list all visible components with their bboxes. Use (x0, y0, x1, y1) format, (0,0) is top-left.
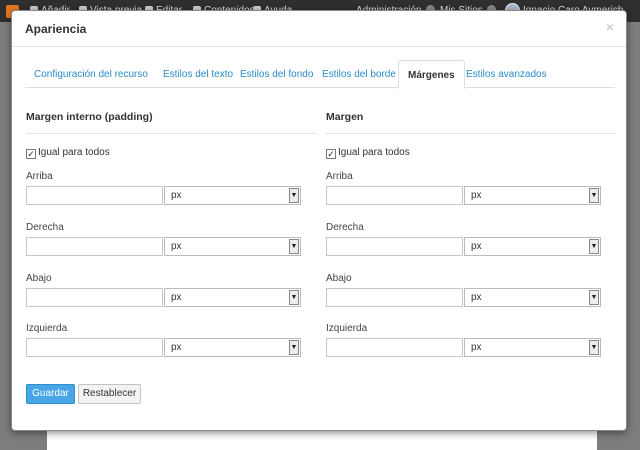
tab-margins[interactable]: Márgenes (398, 60, 465, 89)
padding-right-label: Derecha (26, 222, 64, 233)
margin-title: Margen (326, 111, 616, 134)
tab-bar: Configuración del recurso Estilos del te… (25, 54, 615, 89)
chevron-down-icon: ▼ (589, 239, 599, 254)
margin-top-input[interactable] (326, 186, 463, 205)
padding-left-unit-select[interactable]: px ▼ (164, 338, 301, 357)
padding-same-label: Igual para todos (38, 147, 110, 158)
chevron-down-icon: ▼ (289, 290, 299, 305)
margin-right-unit-select[interactable]: px ▼ (464, 237, 601, 256)
margin-right-unit: px (471, 241, 482, 252)
margin-right-label: Derecha (326, 222, 364, 233)
tab-resource-config[interactable]: Configuración del recurso (25, 62, 157, 88)
margin-right-input[interactable] (326, 237, 463, 256)
padding-left-unit: px (171, 342, 182, 353)
padding-same-for-all[interactable]: ✓ Igual para todos (26, 147, 110, 159)
margin-left-input[interactable] (326, 338, 463, 357)
padding-top-unit-select[interactable]: px ▼ (164, 186, 301, 205)
margin-same-label: Igual para todos (338, 147, 410, 158)
chevron-down-icon: ▼ (589, 290, 599, 305)
padding-bottom-unit: px (171, 292, 182, 303)
padding-right-input[interactable] (26, 237, 163, 256)
margin-top-unit: px (471, 190, 482, 201)
margin-bottom-label: Abajo (326, 273, 352, 284)
reset-button[interactable]: Restablecer (78, 384, 141, 404)
margin-left-unit: px (471, 342, 482, 353)
chevron-down-icon: ▼ (289, 188, 299, 203)
dialog-title: Apariencia (25, 22, 87, 36)
padding-bottom-label: Abajo (26, 273, 52, 284)
chevron-down-icon: ▼ (589, 188, 599, 203)
margin-bottom-unit: px (471, 292, 482, 303)
padding-same-checkbox[interactable]: ✓ (26, 149, 36, 159)
padding-right-unit: px (171, 241, 182, 252)
padding-top-unit: px (171, 190, 182, 201)
padding-top-label: Arriba (26, 171, 53, 182)
padding-bottom-unit-select[interactable]: px ▼ (164, 288, 301, 307)
chevron-down-icon: ▼ (589, 340, 599, 355)
margin-same-checkbox[interactable]: ✓ (326, 149, 336, 159)
margin-bottom-unit-select[interactable]: px ▼ (464, 288, 601, 307)
margin-left-label: Izquierda (326, 323, 368, 334)
padding-section: Margen interno (padding) ✓ Igual para tod… (26, 111, 316, 371)
padding-bottom-input[interactable] (26, 288, 163, 307)
padding-top-input[interactable] (26, 186, 163, 205)
chevron-down-icon: ▼ (289, 340, 299, 355)
margin-top-label: Arriba (326, 171, 353, 182)
dialog-header: Apariencia × (12, 11, 626, 47)
padding-right-unit-select[interactable]: px ▼ (164, 237, 301, 256)
tab-text-styles[interactable]: Estilos del texto (154, 62, 242, 88)
appearance-dialog: Apariencia × Configuración del recurso E… (11, 10, 627, 431)
margin-left-unit-select[interactable]: px ▼ (464, 338, 601, 357)
tab-border-styles[interactable]: Estilos del borde (313, 62, 405, 88)
padding-left-input[interactable] (26, 338, 163, 357)
margin-section: Margen ✓ Igual para todos Arriba px ▼ Dere… (326, 111, 616, 371)
tab-advanced-styles[interactable]: Estilos avanzados (457, 62, 556, 88)
margin-bottom-input[interactable] (326, 288, 463, 307)
save-button[interactable]: Guardar (26, 384, 75, 404)
chevron-down-icon: ▼ (289, 239, 299, 254)
padding-title: Margen interno (padding) (26, 111, 316, 134)
padding-left-label: Izquierda (26, 323, 68, 334)
tab-background-styles[interactable]: Estilos del fondo (231, 62, 322, 88)
close-icon[interactable]: × (606, 20, 614, 34)
margin-same-for-all[interactable]: ✓ Igual para todos (326, 147, 410, 159)
margin-top-unit-select[interactable]: px ▼ (464, 186, 601, 205)
